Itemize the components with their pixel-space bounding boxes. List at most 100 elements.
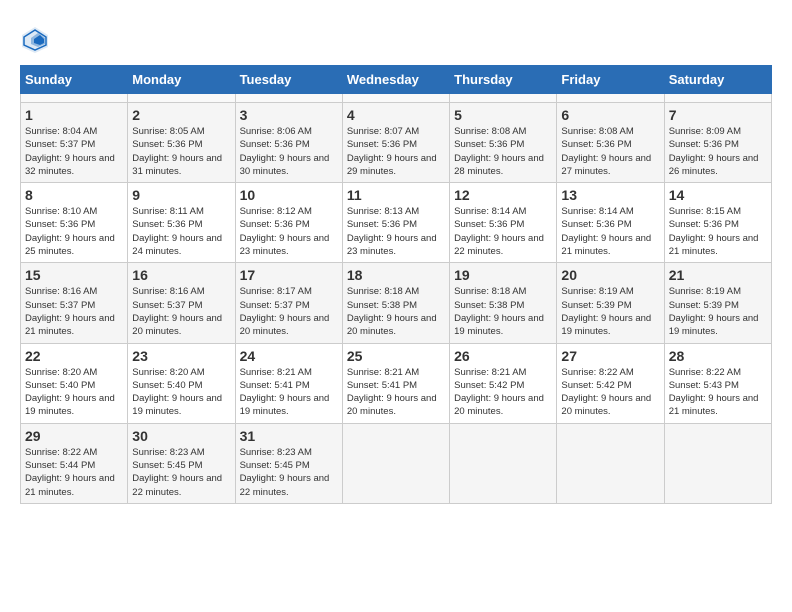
- day-info: Sunrise: 8:22 AMSunset: 5:42 PMDaylight:…: [561, 366, 659, 419]
- calendar-cell: [664, 423, 771, 503]
- day-number: 23: [132, 348, 230, 364]
- day-number: 9: [132, 187, 230, 203]
- logo-icon: [20, 25, 50, 55]
- calendar-cell: 26 Sunrise: 8:21 AMSunset: 5:42 PMDayligh…: [450, 343, 557, 423]
- calendar-cell: 29 Sunrise: 8:22 AMSunset: 5:44 PMDayligh…: [21, 423, 128, 503]
- calendar-cell: 9 Sunrise: 8:11 AMSunset: 5:36 PMDaylight…: [128, 183, 235, 263]
- calendar-cell: 13 Sunrise: 8:14 AMSunset: 5:36 PMDayligh…: [557, 183, 664, 263]
- day-info: Sunrise: 8:12 AMSunset: 5:36 PMDaylight:…: [240, 205, 338, 258]
- day-number: 21: [669, 267, 767, 283]
- logo: [20, 25, 54, 55]
- calendar-cell: [128, 94, 235, 103]
- day-number: 19: [454, 267, 552, 283]
- calendar-cell: [342, 423, 449, 503]
- day-info: Sunrise: 8:16 AMSunset: 5:37 PMDaylight:…: [25, 285, 123, 338]
- day-info: Sunrise: 8:22 AMSunset: 5:44 PMDaylight:…: [25, 446, 123, 499]
- calendar-cell: [235, 94, 342, 103]
- calendar-cell: [664, 94, 771, 103]
- day-info: Sunrise: 8:05 AMSunset: 5:36 PMDaylight:…: [132, 125, 230, 178]
- calendar-cell: 21 Sunrise: 8:19 AMSunset: 5:39 PMDayligh…: [664, 263, 771, 343]
- calendar-cell: 5 Sunrise: 8:08 AMSunset: 5:36 PMDaylight…: [450, 103, 557, 183]
- day-number: 30: [132, 428, 230, 444]
- calendar-cell: 1 Sunrise: 8:04 AMSunset: 5:37 PMDaylight…: [21, 103, 128, 183]
- day-number: 16: [132, 267, 230, 283]
- day-info: Sunrise: 8:04 AMSunset: 5:37 PMDaylight:…: [25, 125, 123, 178]
- calendar-cell: 30 Sunrise: 8:23 AMSunset: 5:45 PMDayligh…: [128, 423, 235, 503]
- calendar-cell: 31Sunrise: 8:23 AMSunset: 5:45 PMDayligh…: [235, 423, 342, 503]
- calendar-cell: 25 Sunrise: 8:21 AMSunset: 5:41 PMDayligh…: [342, 343, 449, 423]
- day-number: 5: [454, 107, 552, 123]
- day-info: Sunrise: 8:14 AMSunset: 5:36 PMDaylight:…: [561, 205, 659, 258]
- day-info: Sunrise: 8:17 AMSunset: 5:37 PMDaylight:…: [240, 285, 338, 338]
- day-number: 29: [25, 428, 123, 444]
- day-info: Sunrise: 8:11 AMSunset: 5:36 PMDaylight:…: [132, 205, 230, 258]
- calendar-row: 29 Sunrise: 8:22 AMSunset: 5:44 PMDayligh…: [21, 423, 772, 503]
- day-info: Sunrise: 8:09 AMSunset: 5:36 PMDaylight:…: [669, 125, 767, 178]
- day-info: Sunrise: 8:14 AMSunset: 5:36 PMDaylight:…: [454, 205, 552, 258]
- day-number: 17: [240, 267, 338, 283]
- weekday-header: Saturday: [664, 66, 771, 94]
- calendar-cell: 19 Sunrise: 8:18 AMSunset: 5:38 PMDayligh…: [450, 263, 557, 343]
- day-number: 10: [240, 187, 338, 203]
- weekday-header: Friday: [557, 66, 664, 94]
- calendar-cell: 18Sunrise: 8:18 AMSunset: 5:38 PMDayligh…: [342, 263, 449, 343]
- day-info: Sunrise: 8:20 AMSunset: 5:40 PMDaylight:…: [132, 366, 230, 419]
- day-info: Sunrise: 8:06 AMSunset: 5:36 PMDaylight:…: [240, 125, 338, 178]
- day-info: Sunrise: 8:07 AMSunset: 5:36 PMDaylight:…: [347, 125, 445, 178]
- day-number: 25: [347, 348, 445, 364]
- day-number: 28: [669, 348, 767, 364]
- day-number: 7: [669, 107, 767, 123]
- day-number: 12: [454, 187, 552, 203]
- day-number: 15: [25, 267, 123, 283]
- day-number: 13: [561, 187, 659, 203]
- day-info: Sunrise: 8:18 AMSunset: 5:38 PMDaylight:…: [347, 285, 445, 338]
- day-number: 26: [454, 348, 552, 364]
- weekday-header: Wednesday: [342, 66, 449, 94]
- day-number: 11: [347, 187, 445, 203]
- day-info: Sunrise: 8:13 AMSunset: 5:36 PMDaylight:…: [347, 205, 445, 258]
- calendar-cell: [450, 94, 557, 103]
- day-number: 2: [132, 107, 230, 123]
- calendar-cell: 16Sunrise: 8:16 AMSunset: 5:37 PMDayligh…: [128, 263, 235, 343]
- calendar-cell: 7 Sunrise: 8:09 AMSunset: 5:36 PMDaylight…: [664, 103, 771, 183]
- calendar-row: 22Sunrise: 8:20 AMSunset: 5:40 PMDayligh…: [21, 343, 772, 423]
- day-info: Sunrise: 8:20 AMSunset: 5:40 PMDaylight:…: [25, 366, 123, 419]
- day-info: Sunrise: 8:15 AMSunset: 5:36 PMDaylight:…: [669, 205, 767, 258]
- calendar-cell: 27 Sunrise: 8:22 AMSunset: 5:42 PMDayligh…: [557, 343, 664, 423]
- day-number: 4: [347, 107, 445, 123]
- calendar-cell: 3Sunrise: 8:06 AMSunset: 5:36 PMDaylight…: [235, 103, 342, 183]
- calendar-cell: 15 Sunrise: 8:16 AMSunset: 5:37 PMDayligh…: [21, 263, 128, 343]
- day-info: Sunrise: 8:08 AMSunset: 5:36 PMDaylight:…: [454, 125, 552, 178]
- calendar-cell: 10 Sunrise: 8:12 AMSunset: 5:36 PMDayligh…: [235, 183, 342, 263]
- calendar-cell: 4 Sunrise: 8:07 AMSunset: 5:36 PMDaylight…: [342, 103, 449, 183]
- page-header: [20, 20, 772, 55]
- calendar-cell: 20Sunrise: 8:19 AMSunset: 5:39 PMDayligh…: [557, 263, 664, 343]
- calendar-cell: 17 Sunrise: 8:17 AMSunset: 5:37 PMDayligh…: [235, 263, 342, 343]
- day-number: 8: [25, 187, 123, 203]
- day-info: Sunrise: 8:21 AMSunset: 5:41 PMDaylight:…: [240, 366, 338, 419]
- day-number: 27: [561, 348, 659, 364]
- day-number: 20: [561, 267, 659, 283]
- calendar-row: 15 Sunrise: 8:16 AMSunset: 5:37 PMDayligh…: [21, 263, 772, 343]
- day-number: 6: [561, 107, 659, 123]
- day-info: Sunrise: 8:08 AMSunset: 5:36 PMDaylight:…: [561, 125, 659, 178]
- day-info: Sunrise: 8:18 AMSunset: 5:38 PMDaylight:…: [454, 285, 552, 338]
- weekday-header: Thursday: [450, 66, 557, 94]
- calendar-cell: [450, 423, 557, 503]
- weekday-header: Tuesday: [235, 66, 342, 94]
- calendar-table: SundayMondayTuesdayWednesdayThursdayFrid…: [20, 65, 772, 504]
- day-info: Sunrise: 8:21 AMSunset: 5:42 PMDaylight:…: [454, 366, 552, 419]
- day-info: Sunrise: 8:19 AMSunset: 5:39 PMDaylight:…: [669, 285, 767, 338]
- day-info: Sunrise: 8:22 AMSunset: 5:43 PMDaylight:…: [669, 366, 767, 419]
- day-number: 1: [25, 107, 123, 123]
- calendar-cell: [21, 94, 128, 103]
- weekday-header: Monday: [128, 66, 235, 94]
- calendar-header: SundayMondayTuesdayWednesdayThursdayFrid…: [21, 66, 772, 94]
- calendar-cell: 2 Sunrise: 8:05 AMSunset: 5:36 PMDaylight…: [128, 103, 235, 183]
- day-info: Sunrise: 8:23 AMSunset: 5:45 PMDaylight:…: [132, 446, 230, 499]
- calendar-cell: [342, 94, 449, 103]
- day-number: 14: [669, 187, 767, 203]
- day-info: Sunrise: 8:23 AMSunset: 5:45 PMDaylight:…: [240, 446, 338, 499]
- calendar-cell: 11 Sunrise: 8:13 AMSunset: 5:36 PMDayligh…: [342, 183, 449, 263]
- day-info: Sunrise: 8:21 AMSunset: 5:41 PMDaylight:…: [347, 366, 445, 419]
